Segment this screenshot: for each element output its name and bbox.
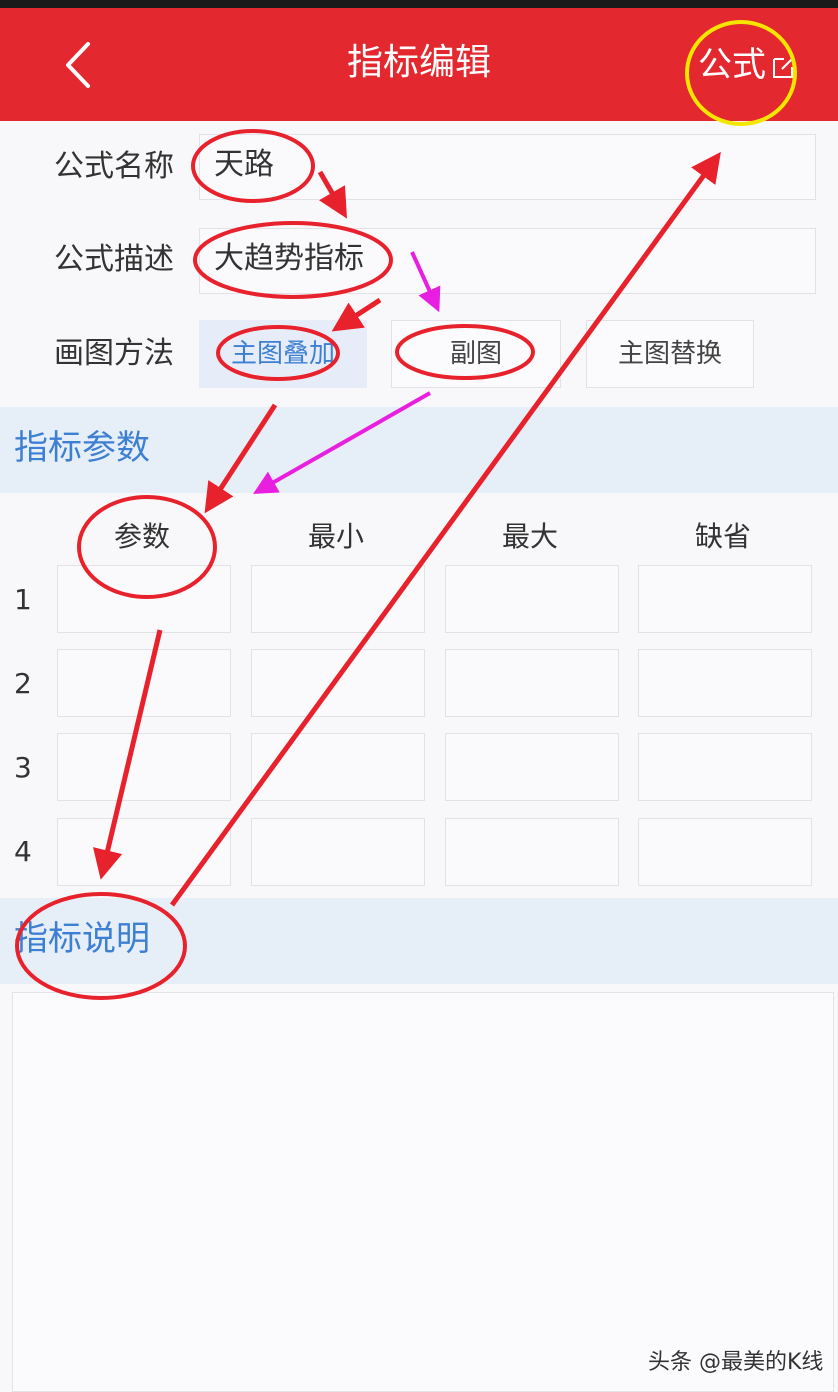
draw-option-main-overlay[interactable]: 主图叠加 — [199, 320, 367, 388]
formula-name-field[interactable]: 天路 — [199, 134, 816, 200]
param-default-input[interactable] — [638, 733, 812, 801]
row-number: 1 — [14, 583, 32, 616]
col-header-default: 缺省 — [694, 520, 751, 553]
param-min-input[interactable] — [251, 818, 425, 886]
row-number: 3 — [14, 751, 32, 784]
param-min-input[interactable] — [251, 649, 425, 717]
col-header-param: 参数 — [113, 520, 170, 553]
param-max-input[interactable] — [445, 649, 619, 717]
param-default-input[interactable] — [638, 565, 812, 633]
param-max-input[interactable] — [445, 733, 619, 801]
param-name-input[interactable] — [57, 649, 231, 717]
explain-textarea[interactable] — [12, 992, 834, 1392]
formula-desc-label: 公式描述 — [54, 242, 174, 277]
formula-edit-button[interactable]: 公式 — [698, 40, 798, 90]
col-header-min: 最小 — [307, 520, 364, 553]
params-section-title: 指标参数 — [14, 428, 150, 468]
explain-section-header: 指标说明 — [0, 898, 838, 984]
row-number: 2 — [14, 667, 32, 700]
formula-desc-field[interactable]: 大趋势指标 — [199, 228, 816, 294]
param-min-input[interactable] — [251, 733, 425, 801]
formula-name-label: 公式名称 — [54, 149, 174, 184]
col-header-max: 最大 — [501, 520, 558, 553]
watermark: 头条 @最美的K线 — [648, 1350, 824, 1375]
formula-desc-value: 大趋势指标 — [214, 241, 364, 276]
edit-icon — [773, 55, 795, 78]
param-min-input[interactable] — [251, 565, 425, 633]
row-number: 4 — [14, 835, 32, 868]
param-name-input[interactable] — [57, 733, 231, 801]
param-max-input[interactable] — [445, 565, 619, 633]
formula-name-value: 天路 — [214, 147, 274, 182]
param-name-input[interactable] — [57, 818, 231, 886]
top-bar: 指标编辑 公式 — [0, 0, 838, 121]
explain-section-title: 指标说明 — [14, 919, 150, 959]
draw-option-main-replace[interactable]: 主图替换 — [586, 320, 754, 388]
param-max-input[interactable] — [445, 818, 619, 886]
formula-label: 公式 — [698, 45, 766, 85]
param-name-input[interactable] — [57, 565, 231, 633]
status-strip — [0, 0, 838, 8]
param-default-input[interactable] — [638, 649, 812, 717]
draw-method-label: 画图方法 — [54, 336, 174, 371]
draw-option-sub-chart[interactable]: 副图 — [391, 320, 561, 388]
param-default-input[interactable] — [638, 818, 812, 886]
params-section-header: 指标参数 — [0, 407, 838, 493]
